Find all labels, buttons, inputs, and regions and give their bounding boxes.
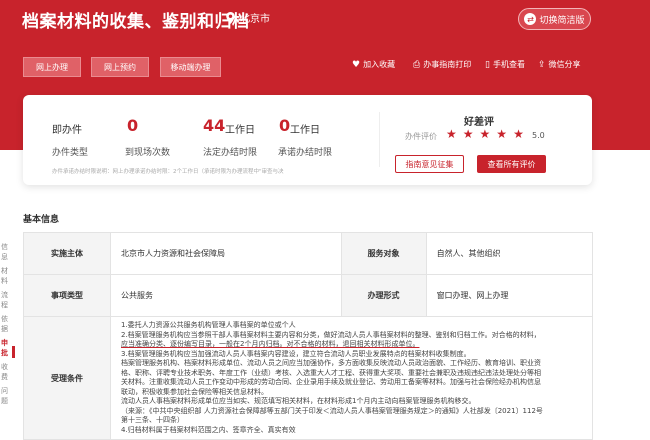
instant-label: 即办件	[52, 125, 82, 136]
table-key: 受理条件	[23, 316, 111, 440]
condition-line: 应当准确分类、逐份编写目录，一般在2个月内归档。对不合格的材料，退回相关材料形成…	[121, 340, 420, 348]
tool-label: 加入收藏	[363, 60, 396, 69]
side-nav-item[interactable]: 收费	[0, 360, 14, 384]
table-value: 北京市人力资源和社会保障局	[110, 232, 342, 275]
page-title: 档案材料的收集、鉴别和归档	[22, 12, 250, 32]
star-icon: ★	[479, 127, 491, 141]
add-favorite-button[interactable]: ♥ 加入收藏	[352, 59, 395, 70]
visits-label: 到现场次数	[125, 148, 171, 158]
share-icon: ⇪	[538, 59, 546, 70]
condition-line: 流动人员人事档案材料形成单位应当如实、规范填写相关材料，在材料形成1个月内主动向…	[121, 397, 476, 405]
table-value: 窗口办理、网上办理	[425, 274, 594, 317]
time-limit-note: 办件承诺办结时限说明：网上办理承诺办结时限：2个工作日（承诺时限为办理流程中"审…	[52, 169, 284, 175]
table-key: 事项类型	[23, 274, 111, 317]
section-title: 基本信息	[23, 215, 60, 225]
printer-icon: ⎙	[413, 59, 421, 70]
promise-limit-label: 承诺办结时限	[278, 148, 333, 158]
star-icon: ★	[513, 127, 524, 141]
condition-line: 联动，积极收集参加社会保险等相关信息材料。	[121, 387, 268, 396]
online-handle-button[interactable]: 网上办理	[23, 57, 81, 77]
mobile-view-button[interactable]: ▯ 手机查看	[485, 59, 525, 70]
table-row: 受理条件 1.委托人力资源公共服务机构管理人事档案的单位或个人 2.档案管理服务…	[23, 316, 593, 440]
table-row: 事项类型 公共服务 办理形式 窗口办理、网上办理	[23, 274, 594, 317]
guide-opinion-button[interactable]: 指南意见征集	[395, 155, 464, 173]
condition-line: 第十三条、十四条）	[121, 416, 184, 424]
location-label: 北京市	[240, 14, 270, 25]
rating-label: 办件评价	[405, 132, 437, 141]
print-guide-button[interactable]: ⎙ 办事指南打印	[413, 59, 471, 70]
table-key: 办理形式	[340, 274, 427, 317]
condition-line: （来源：《中共中央组织部 人力资源社会保障部等五部门关于印发＜流动人员人事档案管…	[121, 406, 543, 415]
online-appointment-button[interactable]: 网上预约	[91, 57, 149, 77]
star-icon: ★	[496, 127, 508, 141]
rating-stars: ★ ★ ★ ★ ★	[446, 127, 524, 141]
table-value: 自然人、其他组织	[425, 232, 594, 275]
basic-info-table: 实施主体 北京市人力资源和社会保障局 服务对象 自然人、其他组织 事项类型 公共…	[23, 232, 594, 440]
condition-line: 2.档案管理服务机构应当参照干部人事档案材料主要内容和分类，做好流动人员人事档案…	[121, 330, 541, 339]
promise-limit-unit: 工作日	[290, 125, 320, 136]
heart-icon: ♥	[352, 59, 361, 70]
location[interactable]: 北京市	[225, 10, 270, 25]
type-label: 办件类型	[52, 148, 89, 158]
conditions-text: 1.委托人力资源公共服务机构管理人事档案的单位或个人 2.档案管理服务机构应当参…	[110, 316, 593, 440]
rating-score: 5.0	[532, 131, 545, 140]
table-key: 实施主体	[23, 232, 111, 275]
side-nav-item[interactable]: 材料	[0, 264, 14, 288]
summary-card: 即办件 办件类型 0 到现场次数 44 工作日 法定办结时限 0 工作日 承诺办…	[23, 95, 592, 185]
wechat-share-button[interactable]: ⇪ 微信分享	[538, 59, 581, 70]
condition-line: 3.档案管理服务机构应当加强流动人员人事档案内容建设，建立符合流动人员职业发展特…	[121, 349, 471, 358]
condition-line: 关材料。注重收集流动人员工作变动中形成的劳动合同、企业录用手续及就业登记、劳动用…	[121, 378, 541, 386]
location-pin-icon	[226, 11, 235, 24]
tool-label: 办事指南打印	[423, 60, 472, 69]
mobile-handle-button[interactable]: 移动端办理	[160, 57, 221, 77]
side-nav-item[interactable]: 信息	[0, 240, 14, 264]
tool-label: 手机查看	[492, 60, 525, 69]
table-row: 实施主体 北京市人力资源和社会保障局 服务对象 自然人、其他组织	[23, 232, 594, 275]
side-nav: 信息 材料 流程 依据 申批 收费 问题	[0, 240, 14, 408]
condition-line: 4.归档材料属于档案材料范围之内、签章齐全、真实有效	[121, 425, 296, 434]
condition-line: 档案管理服务机构、档案材料形成单位、流动人员之间应当加强协作，多方面收集反映流动…	[121, 359, 541, 367]
table-value: 公共服务	[110, 274, 342, 317]
phone-icon: ▯	[485, 59, 490, 70]
side-nav-item[interactable]: 问题	[0, 384, 14, 408]
legal-limit-value: 44	[203, 116, 226, 135]
star-icon: ★	[462, 127, 474, 141]
visits-value: 0	[127, 116, 139, 135]
promise-limit-value: 0	[279, 116, 291, 135]
view-all-ratings-button[interactable]: 查看所有评价	[477, 155, 546, 173]
condition-line: 格、职称、评聘专业技术职务、年度工作（业绩）考核、入选重大人才工程、获得重大奖项…	[121, 368, 541, 377]
switch-label: 切换简洁版	[539, 15, 585, 26]
switch-icon: ⇄	[524, 13, 537, 25]
table-key: 服务对象	[340, 232, 427, 275]
side-nav-active-indicator	[12, 346, 15, 358]
switch-simple-version-button[interactable]: ⇄ 切换简洁版	[518, 8, 591, 30]
side-nav-item[interactable]: 流程	[0, 288, 14, 312]
divider	[379, 112, 380, 167]
side-nav-item[interactable]: 依据	[0, 312, 14, 336]
star-icon: ★	[446, 127, 457, 141]
rating-title: 好差评	[464, 117, 494, 128]
condition-line: 1.委托人力资源公共服务机构管理人事档案的单位或个人	[121, 321, 296, 329]
legal-limit-unit: 工作日	[225, 125, 255, 136]
legal-limit-label: 法定办结时限	[203, 148, 258, 158]
tool-label: 微信分享	[548, 60, 581, 69]
